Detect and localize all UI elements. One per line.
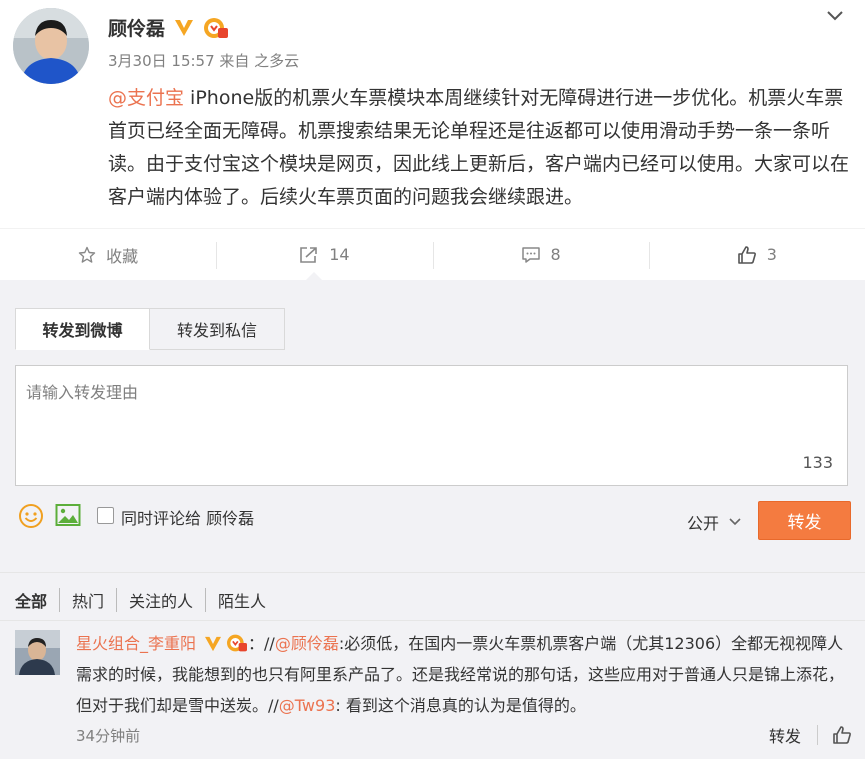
chevron-down-icon (729, 518, 741, 526)
comment-repost-button[interactable]: 转发 (769, 723, 817, 747)
filter-strangers[interactable]: 陌生人 (205, 588, 278, 612)
filter-all[interactable]: 全部 (15, 588, 59, 612)
image-icon[interactable] (55, 503, 81, 527)
post-action-bar: 收藏 14 8 3 (0, 228, 865, 280)
like-button[interactable]: 3 (648, 229, 865, 280)
comment-avatar[interactable] (15, 630, 60, 675)
repost-button[interactable]: 14 (216, 229, 432, 280)
post-meta: 3月30日 15:57 来自 之多云 (108, 52, 300, 70)
weibo-post: 顾伶磊 3月30日 15:57 来自 之多云 @支付宝 iPhone版的机票火车… (0, 0, 865, 228)
emoji-icon[interactable] (18, 503, 44, 529)
post-content: @支付宝 iPhone版的机票火车票模块本周继续针对无障碍进行进一步优化。机票火… (108, 82, 853, 214)
chevron-down-icon[interactable] (825, 8, 845, 22)
divider (817, 725, 818, 745)
comment-text: 星火组合_李重阳 ：//@顾伶磊:必须低，在国内一票火车票机票客户端（尤其1230… (76, 628, 852, 721)
repost-toolbar: 同时评论给 顾伶磊 公开 转发 (15, 498, 851, 540)
visibility-label: 公开 (687, 514, 720, 533)
mention-link[interactable]: @顾伶磊 (275, 634, 339, 653)
repost-reason-placeholder: 请输入转发理由 (26, 383, 139, 402)
comment-count: 8 (550, 245, 561, 264)
comment-filters: 全部 热门 关注的人 陌生人 (15, 588, 278, 612)
mention-link[interactable]: @支付宝 (108, 87, 184, 109)
verified-icon (173, 18, 195, 38)
like-count: 3 (766, 245, 777, 264)
like-icon[interactable] (832, 726, 852, 744)
repost-reason-input[interactable]: 请输入转发理由 133 (15, 365, 848, 486)
char-counter: 133 (802, 453, 833, 472)
repost-count: 14 (329, 245, 350, 264)
comment-time: 34分钟前 (76, 727, 141, 745)
tab-repost-to-message[interactable]: 转发到私信 (150, 308, 285, 350)
divider (0, 620, 865, 621)
filter-hot[interactable]: 热门 (59, 588, 116, 612)
comment-actions: 转发 (769, 723, 852, 747)
member-medal-icon[interactable] (226, 632, 248, 652)
favorite-label: 收藏 (106, 246, 139, 266)
comment-item: 星火组合_李重阳 ：//@顾伶磊:必须低，在国内一票火车票机票客户端（尤其1230… (15, 630, 855, 759)
member-medal-icon[interactable] (203, 16, 229, 40)
comment-also-label: 同时评论给 顾伶磊 (121, 509, 255, 528)
comment-username[interactable]: 星火组合_李重阳 (76, 634, 196, 653)
comment-text-part: ：// (248, 634, 275, 653)
like-icon (737, 245, 756, 264)
star-icon (78, 246, 96, 263)
comment-also-checkbox[interactable] (97, 507, 114, 524)
post-username[interactable]: 顾伶磊 (108, 14, 165, 41)
comment-button[interactable]: 8 (432, 229, 649, 280)
comment-text-part: : 看到这个消息真的认为是值得的。 (335, 696, 586, 715)
visibility-dropdown[interactable]: 公开 (687, 510, 741, 534)
post-body: iPhone版的机票火车票模块本周继续针对无障碍进行进一步优化。机票火车票首页已… (108, 87, 850, 208)
repost-submit-button[interactable]: 转发 (758, 501, 851, 540)
avatar[interactable] (13, 8, 89, 84)
repost-tabs: 转发到微博 转发到私信 (15, 308, 285, 350)
repost-icon (300, 246, 317, 263)
mention-link[interactable]: @Tw93 (279, 696, 336, 715)
repost-panel: 转发到微博 转发到私信 请输入转发理由 133 同时评论给 顾伶磊 公开 转发 … (0, 280, 865, 759)
verified-icon (202, 634, 224, 654)
divider (0, 572, 865, 573)
comment-icon (521, 246, 540, 263)
tab-repost-to-weibo[interactable]: 转发到微博 (15, 308, 150, 350)
filter-following[interactable]: 关注的人 (116, 588, 205, 612)
favorite-button[interactable]: 收藏 (0, 229, 216, 280)
